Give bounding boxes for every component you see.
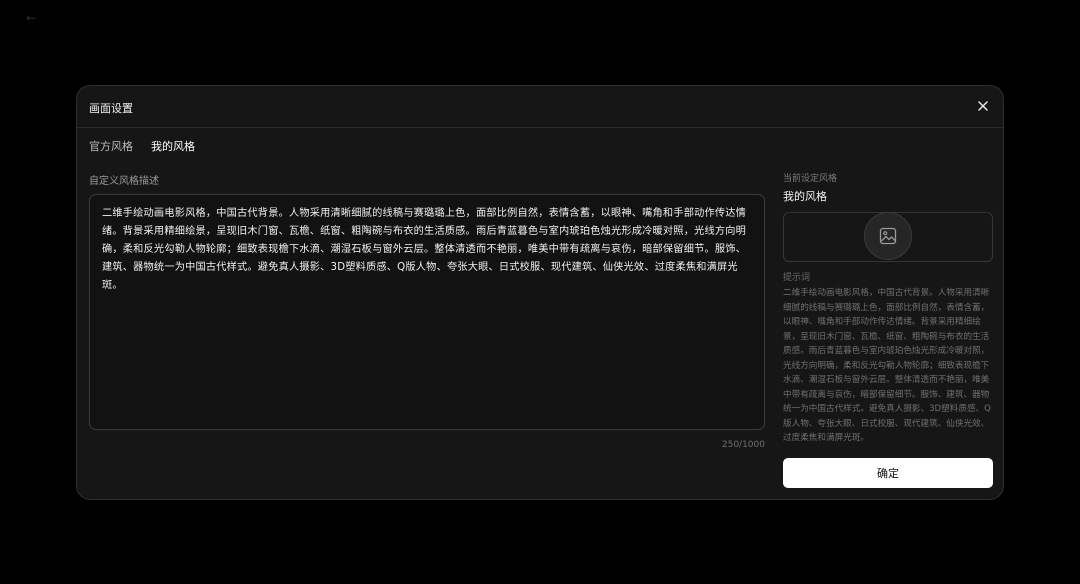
image-icon xyxy=(864,212,912,260)
close-glyph xyxy=(978,101,988,111)
style-description-textarea[interactable]: 二维手绘动画电影风格，中国古代背景。人物采用清晰细腻的线稿与赛璐璐上色，面部比例… xyxy=(89,194,765,430)
tab-official-style[interactable]: 官方风格 xyxy=(89,138,133,154)
style-tabs: 官方风格 我的风格 xyxy=(89,138,195,154)
prompt-text: 二维手绘动画电影风格，中国古代背景。人物采用清晰细腻的线稿与赛璐璐上色，面部比例… xyxy=(783,288,991,443)
confirm-button[interactable]: 确定 xyxy=(783,458,993,488)
close-icon[interactable] xyxy=(975,98,991,114)
picture-settings-modal: 画面设置 官方风格 我的风格 自定义风格描述 二维手绘动画电影风格，中国古代背景… xyxy=(76,85,1004,500)
prompt-label: 提示词 xyxy=(783,273,811,283)
style-preview-box[interactable] xyxy=(783,212,993,262)
back-arrow-icon: ← xyxy=(26,11,37,25)
custom-style-label: 自定义风格描述 xyxy=(89,176,159,187)
char-counter: 250/1000 xyxy=(721,440,765,450)
tab-my-style[interactable]: 我的风格 xyxy=(151,138,195,154)
modal-header: 画面设置 xyxy=(77,86,1003,128)
current-style-label: 当前设定风格 xyxy=(783,174,838,184)
current-style-name: 我的风格 xyxy=(783,190,827,203)
modal-title: 画面设置 xyxy=(89,102,133,115)
background-topbar: ← xyxy=(0,0,1080,36)
image-glyph xyxy=(879,227,897,245)
